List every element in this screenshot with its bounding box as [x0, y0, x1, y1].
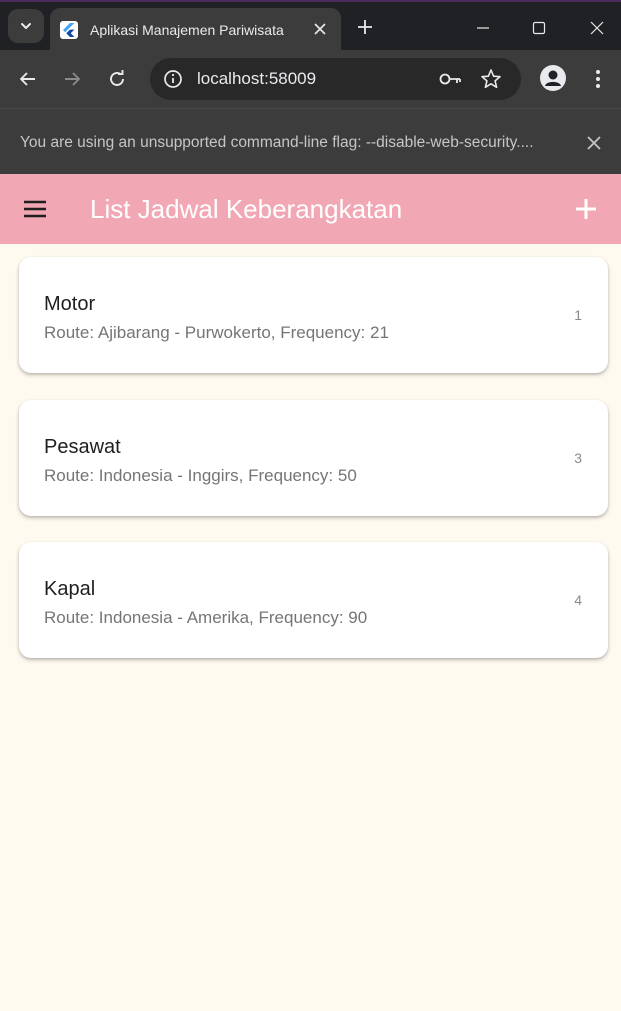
tab-search-button[interactable] [8, 9, 44, 43]
schedule-id: 3 [574, 450, 582, 466]
infobar-close-button[interactable] [582, 131, 606, 155]
browser-menu-button[interactable] [586, 65, 610, 93]
tab-title: Aplikasi Manajemen Pariwisata [90, 22, 284, 38]
site-info-icon[interactable] [160, 66, 186, 92]
browser-toolbar: localhost:58009 [0, 50, 621, 108]
back-button[interactable] [13, 64, 43, 94]
flutter-favicon-icon [60, 21, 78, 39]
add-schedule-button[interactable] [570, 193, 602, 225]
browser-tab[interactable]: Aplikasi Manajemen Pariwisata [50, 8, 341, 52]
chevron-down-icon [21, 23, 31, 29]
window-close-button[interactable] [583, 14, 611, 42]
schedule-card-motor[interactable]: Motor Route: Ajibarang - Purwokerto, Fre… [19, 257, 608, 373]
schedule-id: 4 [574, 592, 582, 608]
browser-tab-strip: Aplikasi Manajemen Pariwisata [0, 0, 621, 52]
url-text[interactable]: localhost:58009 [197, 69, 316, 89]
schedule-title: Kapal [44, 578, 96, 600]
schedule-title: Motor [44, 293, 96, 315]
profile-avatar[interactable] [540, 65, 566, 91]
schedule-route: Route: Indonesia - Inggirs, Frequency: 5… [44, 466, 357, 485]
arrow-right-icon [65, 72, 80, 86]
schedule-route: Route: Ajibarang - Purwokerto, Frequency… [44, 323, 389, 342]
tab-close-button[interactable] [309, 18, 331, 40]
kebab-menu-icon [596, 70, 600, 88]
bookmark-star-icon[interactable] [479, 67, 503, 91]
infobar-message: You are using an unsupported command-lin… [20, 134, 534, 151]
maximize-button[interactable] [525, 14, 553, 42]
person-icon [545, 70, 561, 86]
minimize-icon [477, 27, 489, 29]
address-bar[interactable]: localhost:58009 [150, 58, 521, 100]
minimize-button[interactable] [469, 14, 497, 42]
app-bar: List Jadwal Keberangkatan [0, 174, 621, 244]
maximize-icon [532, 21, 546, 35]
plus-icon [358, 20, 372, 34]
plus-icon [576, 199, 596, 219]
close-icon [587, 136, 601, 150]
drawer-menu-button[interactable] [20, 196, 50, 222]
schedule-title: Pesawat [44, 436, 121, 458]
warning-infobar: You are using an unsupported command-lin… [0, 108, 621, 174]
schedule-id: 1 [574, 307, 582, 323]
close-icon [590, 21, 604, 35]
page-title: List Jadwal Keberangkatan [90, 194, 403, 224]
hamburger-menu-icon [24, 200, 46, 218]
close-icon [314, 23, 326, 35]
schedule-card-pesawat[interactable]: Pesawat Route: Indonesia - Inggirs, Freq… [19, 400, 608, 516]
password-key-icon[interactable] [439, 67, 463, 91]
forward-button[interactable] [57, 64, 87, 94]
reload-button[interactable] [102, 64, 132, 94]
reload-icon [110, 70, 124, 86]
new-tab-button[interactable] [352, 14, 378, 40]
arrow-left-icon [20, 72, 35, 86]
schedule-card-kapal[interactable]: Kapal Route: Indonesia - Amerika, Freque… [19, 542, 608, 658]
schedule-route: Route: Indonesia - Amerika, Frequency: 9… [44, 608, 368, 627]
